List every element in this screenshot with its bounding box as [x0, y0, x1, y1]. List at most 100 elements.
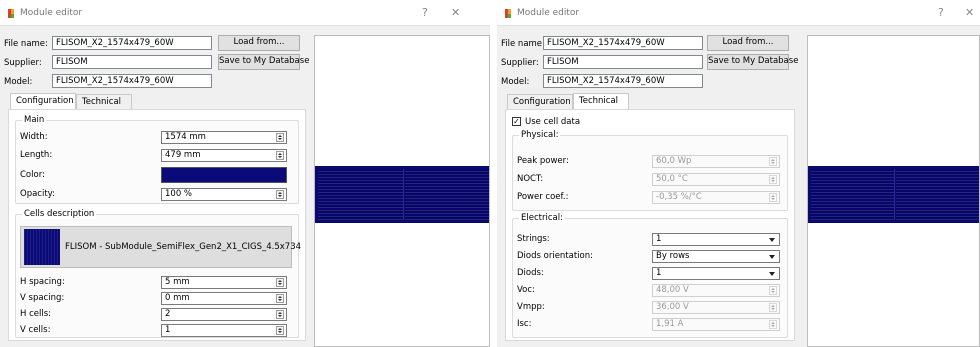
main-group-title: Main	[22, 115, 47, 125]
save-to-database-button[interactable]: Save to My Database	[218, 54, 309, 70]
v-cells-spinbox[interactable]: 1	[161, 324, 287, 337]
peak-power-label: Peak power:	[517, 156, 569, 166]
width-label: Width:	[20, 132, 48, 142]
diods-value: 1	[656, 268, 662, 278]
diods-orientation-dropdown[interactable]: By rows	[652, 250, 780, 263]
v-spacing-value: 0 mm	[165, 293, 190, 303]
spin-arrows-icon[interactable]	[276, 133, 284, 142]
module-drawing	[808, 166, 979, 223]
h-spacing-value: 5 mm	[165, 277, 190, 287]
vmpp-spinbox[interactable]: 36,00 V	[652, 301, 780, 314]
tab-configuration[interactable]: Configuration	[10, 93, 76, 110]
spin-arrows-icon[interactable]	[276, 151, 284, 160]
module-editor-window-left: Module editor ? ✕ File name: FLISOM_X2_1…	[0, 0, 490, 347]
color-swatch-button[interactable]	[161, 167, 287, 183]
v-spacing-spinbox[interactable]: 0 mm	[161, 292, 287, 305]
voc-label: Voc:	[517, 285, 535, 295]
title-bar: Module editor ? ✕	[497, 0, 980, 26]
close-button[interactable]: ✕	[965, 7, 974, 18]
app-logo-icon	[505, 9, 511, 18]
model-field[interactable]: FLISOM_X2_1574x479_60W	[52, 74, 212, 88]
chevron-down-icon	[769, 272, 775, 276]
cell-thumbnail	[24, 229, 60, 265]
h-cells-value: 2	[165, 309, 171, 319]
spin-arrows-icon[interactable]	[276, 278, 284, 287]
cell-selector-button[interactable]: FLISOM - SubModule_SemiFlex_Gen2_X1_CIGS…	[20, 226, 301, 268]
use-cell-data-checkbox[interactable]: ✓	[512, 117, 521, 126]
cells-description-group: Cells description FLISOM - SubModule_Sem…	[15, 209, 301, 338]
diods-orientation-value: By rows	[656, 251, 690, 261]
supplier-field[interactable]: FLISOM	[52, 55, 212, 69]
tab-technical[interactable]: Technical	[573, 93, 629, 110]
cell-name: FLISOM - SubModule_SemiFlex_Gen2_X1_CIGS…	[65, 242, 302, 252]
opacity-spinbox[interactable]: 100 %	[161, 188, 287, 201]
diods-label: Diods:	[517, 268, 544, 278]
spin-arrows-icon[interactable]	[769, 175, 777, 184]
file-name-label: File name:	[501, 39, 545, 49]
chevron-down-icon	[769, 255, 775, 259]
spin-arrows-icon[interactable]	[769, 157, 777, 166]
v-cells-value: 1	[165, 325, 171, 335]
h-spacing-spinbox[interactable]: 5 mm	[161, 276, 287, 289]
length-value: 479 mm	[165, 150, 201, 160]
voc-value: 48,00 V	[656, 285, 689, 295]
module-cell	[811, 169, 895, 220]
spin-arrows-icon[interactable]	[769, 320, 777, 329]
use-cell-data-label: Use cell data	[525, 117, 581, 127]
spin-arrows-icon[interactable]	[276, 190, 284, 199]
power-coef-spinbox[interactable]: -0,35 %/°C	[652, 191, 780, 204]
spin-arrows-icon[interactable]	[276, 294, 284, 303]
supplier-field[interactable]: FLISOM	[543, 55, 703, 69]
isc-spinbox[interactable]: 1,91 A	[652, 318, 780, 331]
vmpp-value: 36,00 V	[656, 302, 689, 312]
diods-dropdown[interactable]: 1	[652, 267, 780, 280]
electrical-group-title: Electrical:	[519, 213, 565, 223]
close-button[interactable]: ✕	[451, 7, 460, 18]
opacity-label: Opacity:	[20, 189, 55, 199]
title-bar: Module editor ? ✕	[0, 0, 490, 26]
strings-dropdown[interactable]: 1	[652, 233, 780, 246]
physical-group: Physical: Peak power: 60,0 Wp NOCT: 50,0…	[512, 130, 788, 211]
isc-label: Isc:	[517, 319, 532, 329]
window-title: Module editor	[517, 8, 580, 18]
help-button[interactable]: ?	[422, 7, 428, 18]
width-value: 1574 mm	[165, 132, 206, 142]
h-cells-spinbox[interactable]: 2	[161, 308, 287, 321]
length-label: Length:	[20, 150, 53, 160]
file-name-field[interactable]: FLISOM_X2_1574x479_60W	[52, 36, 212, 50]
isc-value: 1,91 A	[656, 319, 684, 329]
technical-pane: ✓ Use cell data Physical: Peak power: 60…	[505, 109, 795, 341]
cells-group-title: Cells description	[22, 209, 97, 219]
spin-arrows-icon[interactable]	[769, 286, 777, 295]
module-editor-window-right: Module editor ? ✕ File name: FLISOM_X2_1…	[497, 0, 980, 347]
module-cell	[318, 169, 404, 220]
color-label: Color:	[20, 170, 45, 180]
opacity-value: 100 %	[165, 189, 193, 199]
electrical-group: Electrical: Strings: 1 Diods orientation…	[512, 213, 788, 338]
model-field[interactable]: FLISOM_X2_1574x479_60W	[543, 74, 703, 88]
power-coef-value: -0,35 %/°C	[656, 192, 702, 202]
length-spinbox[interactable]: 479 mm	[161, 149, 287, 162]
spin-arrows-icon[interactable]	[769, 303, 777, 312]
tab-technical[interactable]: Technical	[76, 94, 132, 110]
voc-spinbox[interactable]: 48,00 V	[652, 284, 780, 297]
module-cell	[896, 169, 979, 220]
tab-configuration[interactable]: Configuration	[507, 94, 573, 110]
load-from-button[interactable]: Load from...	[218, 35, 300, 51]
save-to-database-button[interactable]: Save to My Database	[707, 54, 798, 70]
spin-arrows-icon[interactable]	[769, 193, 777, 202]
noct-spinbox[interactable]: 50,0 °C	[652, 173, 780, 186]
h-spacing-label: H spacing:	[20, 277, 65, 287]
peak-power-spinbox[interactable]: 60,0 Wp	[652, 155, 780, 168]
module-cell	[405, 169, 489, 220]
width-spinbox[interactable]: 1574 mm	[161, 131, 287, 144]
file-name-field[interactable]: FLISOM_X2_1574x479_60W	[543, 36, 703, 50]
spin-arrows-icon[interactable]	[276, 310, 284, 319]
load-from-button[interactable]: Load from...	[707, 35, 789, 51]
noct-value: 50,0 °C	[656, 174, 688, 184]
file-name-label: File name:	[4, 39, 48, 49]
supplier-label: Supplier:	[4, 58, 42, 68]
spin-arrows-icon[interactable]	[276, 326, 284, 335]
help-button[interactable]: ?	[938, 7, 944, 18]
model-label: Model:	[4, 77, 33, 87]
